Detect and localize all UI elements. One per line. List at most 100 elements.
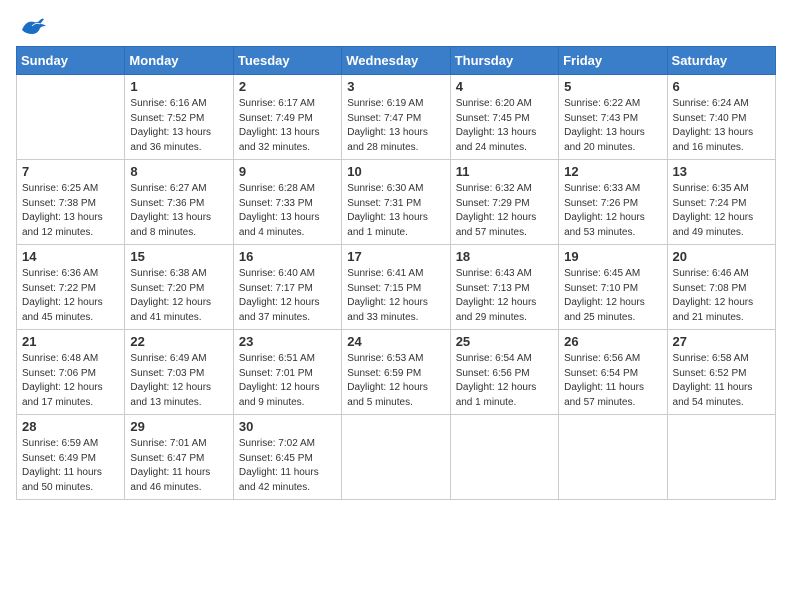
calendar-cell: 8Sunrise: 6:27 AM Sunset: 7:36 PM Daylig… <box>125 160 233 245</box>
calendar-cell: 9 Sunrise: 6:28 AM Sunset: 7:33 PM Daylig… <box>233 160 341 245</box>
calendar-cell: 13 Sunrise: 6:35 AM Sunset: 7:24 PM Dayli… <box>667 160 775 245</box>
calendar-cell: 23Sunrise: 6:51 AM Sunset: 7:01 PM Dayli… <box>233 330 341 415</box>
day-number: 26 <box>564 334 661 349</box>
calendar-cell: 16 Sunrise: 6:40 AM Sunset: 7:17 PM Dayli… <box>233 245 341 330</box>
day-number: 7 <box>22 164 119 179</box>
calendar-cell: 22 Sunrise: 6:49 AM Sunset: 7:03 PM Dayli… <box>125 330 233 415</box>
calendar-cell: 11 Sunrise: 6:32 AM Sunset: 7:29 PM Dayli… <box>450 160 558 245</box>
calendar-week-row: 7Sunrise: 6:25 AM Sunset: 7:38 PM Daylig… <box>17 160 776 245</box>
day-number: 2 <box>239 79 336 94</box>
day-number: 22 <box>130 334 227 349</box>
calendar-week-row: 1 Sunrise: 6:16 AM Sunset: 7:52 PM Daylig… <box>17 75 776 160</box>
day-info: Sunrise: 6:49 AM Sunset: 7:03 PM Dayligh… <box>130 352 227 410</box>
day-info: Sunrise: 6:36 AM Sunset: 7:22 PM Dayligh… <box>22 267 119 325</box>
day-number: 3 <box>347 79 444 94</box>
day-info: Sunrise: 6:43 AM Sunset: 7:13 PM Dayligh… <box>456 267 553 325</box>
day-number: 5 <box>564 79 661 94</box>
day-number: 29 <box>130 419 227 434</box>
calendar-cell: 7Sunrise: 6:25 AM Sunset: 7:38 PM Daylig… <box>17 160 125 245</box>
calendar-cell <box>667 415 775 500</box>
calendar-cell: 25Sunrise: 6:54 AM Sunset: 6:56 PM Dayli… <box>450 330 558 415</box>
calendar-week-row: 28Sunrise: 6:59 AM Sunset: 6:49 PM Dayli… <box>17 415 776 500</box>
day-number: 12 <box>564 164 661 179</box>
day-number: 6 <box>673 79 770 94</box>
day-number: 18 <box>456 249 553 264</box>
day-info: Sunrise: 6:54 AM Sunset: 6:56 PM Dayligh… <box>456 352 553 410</box>
calendar-cell: 14Sunrise: 6:36 AM Sunset: 7:22 PM Dayli… <box>17 245 125 330</box>
day-number: 16 <box>239 249 336 264</box>
day-info: Sunrise: 6:32 AM Sunset: 7:29 PM Dayligh… <box>456 182 553 240</box>
day-number: 27 <box>673 334 770 349</box>
day-number: 15 <box>130 249 227 264</box>
day-number: 10 <box>347 164 444 179</box>
day-info: Sunrise: 6:28 AM Sunset: 7:33 PM Dayligh… <box>239 182 336 240</box>
day-info: Sunrise: 6:24 AM Sunset: 7:40 PM Dayligh… <box>673 97 770 155</box>
calendar-cell: 26 Sunrise: 6:56 AM Sunset: 6:54 PM Dayli… <box>559 330 667 415</box>
day-info: Sunrise: 6:53 AM Sunset: 6:59 PM Dayligh… <box>347 352 444 410</box>
calendar-cell: 24 Sunrise: 6:53 AM Sunset: 6:59 PM Dayli… <box>342 330 450 415</box>
logo-bird-icon <box>18 16 46 38</box>
calendar-cell: 29Sunrise: 7:01 AM Sunset: 6:47 PM Dayli… <box>125 415 233 500</box>
calendar-header-wednesday: Wednesday <box>342 47 450 75</box>
calendar-cell <box>450 415 558 500</box>
day-number: 30 <box>239 419 336 434</box>
calendar-cell: 21Sunrise: 6:48 AM Sunset: 7:06 PM Dayli… <box>17 330 125 415</box>
day-info: Sunrise: 6:41 AM Sunset: 7:15 PM Dayligh… <box>347 267 444 325</box>
calendar-header-thursday: Thursday <box>450 47 558 75</box>
day-info: Sunrise: 6:40 AM Sunset: 7:17 PM Dayligh… <box>239 267 336 325</box>
calendar-cell: 2 Sunrise: 6:17 AM Sunset: 7:49 PM Daylig… <box>233 75 341 160</box>
day-info: Sunrise: 6:20 AM Sunset: 7:45 PM Dayligh… <box>456 97 553 155</box>
day-number: 23 <box>239 334 336 349</box>
calendar-cell: 18 Sunrise: 6:43 AM Sunset: 7:13 PM Dayli… <box>450 245 558 330</box>
day-info: Sunrise: 6:16 AM Sunset: 7:52 PM Dayligh… <box>130 97 227 155</box>
day-number: 4 <box>456 79 553 94</box>
day-number: 9 <box>239 164 336 179</box>
calendar-header-sunday: Sunday <box>17 47 125 75</box>
day-info: Sunrise: 6:27 AM Sunset: 7:36 PM Dayligh… <box>130 182 227 240</box>
calendar-cell: 19Sunrise: 6:45 AM Sunset: 7:10 PM Dayli… <box>559 245 667 330</box>
calendar-cell: 5 Sunrise: 6:22 AM Sunset: 7:43 PM Daylig… <box>559 75 667 160</box>
day-info: Sunrise: 6:38 AM Sunset: 7:20 PM Dayligh… <box>130 267 227 325</box>
day-info: Sunrise: 6:45 AM Sunset: 7:10 PM Dayligh… <box>564 267 661 325</box>
day-info: Sunrise: 6:56 AM Sunset: 6:54 PM Dayligh… <box>564 352 661 410</box>
calendar-week-row: 14Sunrise: 6:36 AM Sunset: 7:22 PM Dayli… <box>17 245 776 330</box>
calendar-header-friday: Friday <box>559 47 667 75</box>
page-header <box>16 16 776 38</box>
day-number: 11 <box>456 164 553 179</box>
day-info: Sunrise: 6:22 AM Sunset: 7:43 PM Dayligh… <box>564 97 661 155</box>
day-number: 20 <box>673 249 770 264</box>
day-info: Sunrise: 6:46 AM Sunset: 7:08 PM Dayligh… <box>673 267 770 325</box>
calendar-table: SundayMondayTuesdayWednesdayThursdayFrid… <box>16 46 776 500</box>
calendar-cell <box>559 415 667 500</box>
calendar-cell <box>342 415 450 500</box>
day-info: Sunrise: 6:17 AM Sunset: 7:49 PM Dayligh… <box>239 97 336 155</box>
day-info: Sunrise: 6:59 AM Sunset: 6:49 PM Dayligh… <box>22 437 119 495</box>
calendar-header-tuesday: Tuesday <box>233 47 341 75</box>
calendar-cell: 17 Sunrise: 6:41 AM Sunset: 7:15 PM Dayli… <box>342 245 450 330</box>
day-number: 1 <box>130 79 227 94</box>
day-info: Sunrise: 6:58 AM Sunset: 6:52 PM Dayligh… <box>673 352 770 410</box>
calendar-cell: 1 Sunrise: 6:16 AM Sunset: 7:52 PM Daylig… <box>125 75 233 160</box>
calendar-cell: 28Sunrise: 6:59 AM Sunset: 6:49 PM Dayli… <box>17 415 125 500</box>
day-info: Sunrise: 6:30 AM Sunset: 7:31 PM Dayligh… <box>347 182 444 240</box>
day-number: 17 <box>347 249 444 264</box>
day-number: 13 <box>673 164 770 179</box>
calendar-cell: 15 Sunrise: 6:38 AM Sunset: 7:20 PM Dayli… <box>125 245 233 330</box>
calendar-week-row: 21Sunrise: 6:48 AM Sunset: 7:06 PM Dayli… <box>17 330 776 415</box>
day-number: 24 <box>347 334 444 349</box>
day-info: Sunrise: 6:19 AM Sunset: 7:47 PM Dayligh… <box>347 97 444 155</box>
calendar-cell: 3 Sunrise: 6:19 AM Sunset: 7:47 PM Daylig… <box>342 75 450 160</box>
calendar-cell: 6 Sunrise: 6:24 AM Sunset: 7:40 PM Daylig… <box>667 75 775 160</box>
calendar-cell <box>17 75 125 160</box>
calendar-header-row: SundayMondayTuesdayWednesdayThursdayFrid… <box>17 47 776 75</box>
calendar-header-saturday: Saturday <box>667 47 775 75</box>
day-info: Sunrise: 7:02 AM Sunset: 6:45 PM Dayligh… <box>239 437 336 495</box>
calendar-cell: 27 Sunrise: 6:58 AM Sunset: 6:52 PM Dayli… <box>667 330 775 415</box>
calendar-cell: 10 Sunrise: 6:30 AM Sunset: 7:31 PM Dayli… <box>342 160 450 245</box>
calendar-cell: 30 Sunrise: 7:02 AM Sunset: 6:45 PM Dayli… <box>233 415 341 500</box>
day-info: Sunrise: 6:48 AM Sunset: 7:06 PM Dayligh… <box>22 352 119 410</box>
calendar-cell: 20 Sunrise: 6:46 AM Sunset: 7:08 PM Dayli… <box>667 245 775 330</box>
calendar-cell: 12Sunrise: 6:33 AM Sunset: 7:26 PM Dayli… <box>559 160 667 245</box>
calendar-header-monday: Monday <box>125 47 233 75</box>
day-info: Sunrise: 6:35 AM Sunset: 7:24 PM Dayligh… <box>673 182 770 240</box>
